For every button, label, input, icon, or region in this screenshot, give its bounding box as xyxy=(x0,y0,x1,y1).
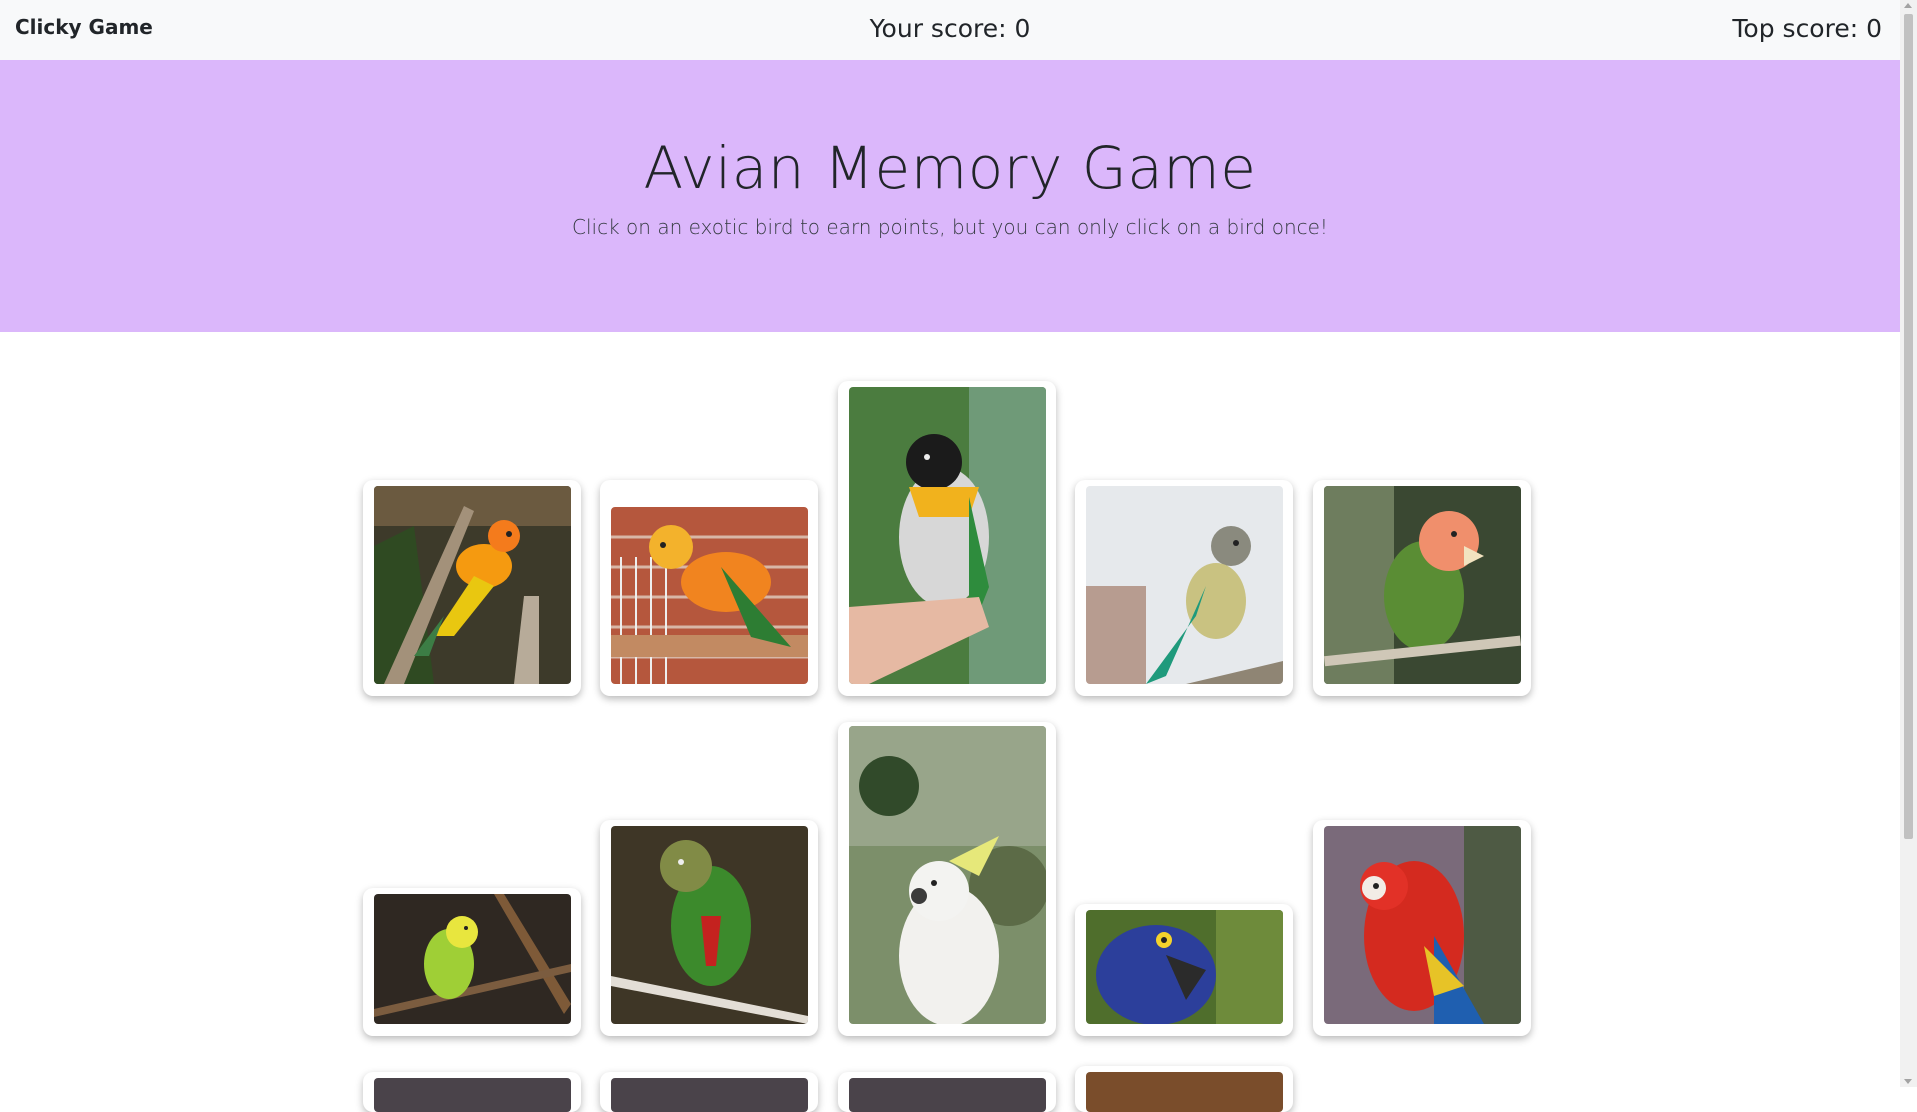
bird-card[interactable] xyxy=(838,1072,1056,1112)
bird-photo-icon xyxy=(374,1078,571,1112)
navbar: Clicky Game Your score: 0 Top score: 0 xyxy=(0,0,1900,60)
caique-icon xyxy=(849,387,1046,684)
bird-card[interactable] xyxy=(1313,480,1531,696)
bird-card[interactable] xyxy=(838,381,1056,696)
bird-card[interactable] xyxy=(600,1072,818,1112)
instructions: Click on an exotic bird to earn points, … xyxy=(572,215,1328,239)
cockatoo-icon xyxy=(849,726,1046,1024)
bird-card[interactable] xyxy=(1075,1066,1293,1112)
scroll-up-icon[interactable] xyxy=(1904,3,1912,8)
bird-card[interactable] xyxy=(1075,904,1293,1036)
scrollbar[interactable] xyxy=(1900,0,1917,1087)
top-score: Top score: 0 xyxy=(1732,14,1882,43)
lovebird-icon xyxy=(1324,486,1521,684)
bird-card[interactable] xyxy=(363,480,581,696)
page-title: Avian Memory Game xyxy=(643,134,1257,202)
jenday-conure-icon xyxy=(611,507,808,684)
header-banner: Avian Memory Game Click on an exotic bir… xyxy=(0,60,1900,332)
crimson-bellied-conure-icon xyxy=(611,826,808,1024)
bird-card[interactable] xyxy=(363,888,581,1036)
bird-card[interactable] xyxy=(1313,820,1531,1036)
green-cheek-conure-icon xyxy=(1086,486,1283,684)
scarlet-macaw-icon xyxy=(1324,826,1521,1024)
hyacinth-macaw-icon xyxy=(1086,910,1283,1024)
bird-photo-icon xyxy=(849,1078,1046,1112)
bird-card[interactable] xyxy=(600,480,818,696)
scroll-thumb[interactable] xyxy=(1904,14,1913,839)
sun-conure-icon xyxy=(374,486,571,684)
scroll-down-icon[interactable] xyxy=(1904,1079,1912,1084)
bird-photo-icon xyxy=(1086,1072,1283,1112)
bird-card[interactable] xyxy=(363,1072,581,1112)
bird-card[interactable] xyxy=(838,722,1056,1036)
bird-photo-icon xyxy=(611,1078,808,1112)
bird-card[interactable] xyxy=(600,820,818,1036)
bird-card[interactable] xyxy=(1075,480,1293,696)
budgie-icon xyxy=(374,894,571,1024)
current-score: Your score: 0 xyxy=(869,14,1031,43)
